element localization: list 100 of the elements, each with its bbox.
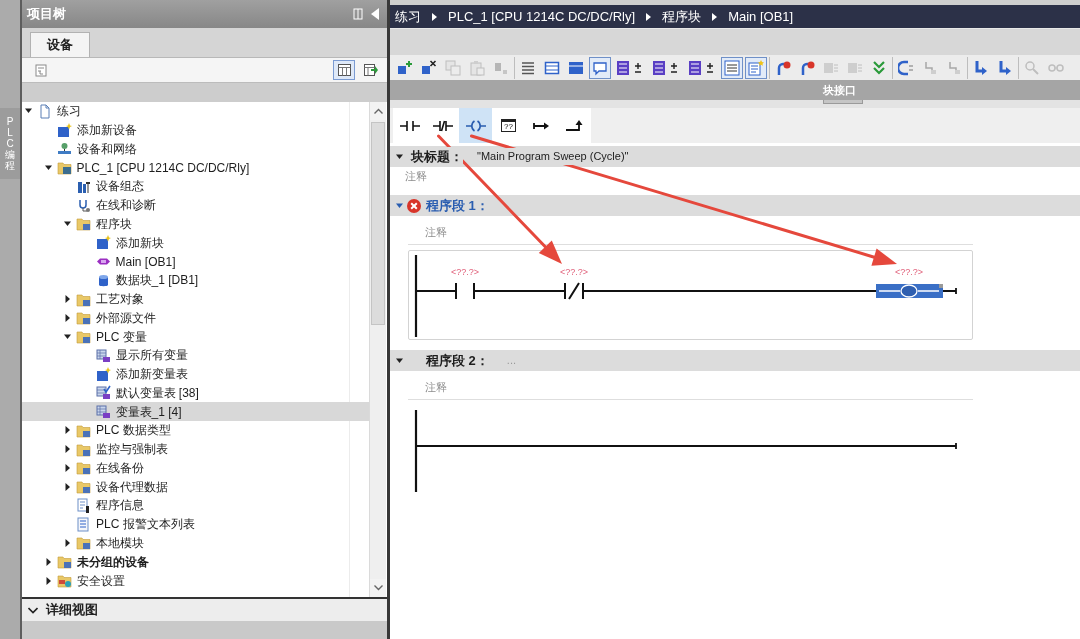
table-icon [336,63,352,77]
list-icon [724,59,740,76]
tree-item[interactable]: 设备代理数据 [22,477,369,497]
scroll-up-button[interactable] [370,102,386,120]
comment-field[interactable]: 注释 [405,167,427,185]
breadcrumb-link[interactable]: Main [OB1] [728,6,794,27]
folder-icon [76,535,91,551]
empty-box-button[interactable]: ?? [492,108,525,143]
speech-bubble-icon [592,59,608,76]
tree-item[interactable]: 程序信息 [22,496,369,515]
scrollbar[interactable] [369,102,386,597]
tree-item[interactable]: 安全设置 [22,571,369,590]
tree-item[interactable]: 程序块 [22,214,369,234]
window-icon [544,59,560,76]
caret-icon[interactable] [64,482,71,491]
caret-icon[interactable] [44,576,52,585]
caret-icon[interactable] [44,557,52,566]
paste-icon [469,59,485,76]
breadcrumb-link[interactable]: PLC_1 [CPU 1214C DC/DC/Rly] [448,6,636,27]
tree-item[interactable]: 在线备份 [22,458,369,478]
caret-icon[interactable] [64,332,71,341]
square-sparkle-icon [95,366,111,382]
tree-item[interactable]: 本地模块 [22,533,369,553]
tree-item[interactable]: 练习 [22,102,369,121]
grid-table-icon [95,404,111,420]
panel-icon [568,59,584,76]
tree-item[interactable]: 添加新设备 [22,120,369,140]
breadcrumb-link[interactable]: 练习 [395,6,421,27]
tree-item[interactable]: Main [OB1] [22,252,369,271]
close-branch-icon [564,119,585,132]
caret-icon[interactable] [64,313,71,322]
comment-field[interactable]: 注释 [425,223,447,241]
operand-field[interactable]: <??.?> [895,267,923,277]
chevron-icon[interactable] [28,606,38,614]
tree-item[interactable]: 设备和网络 [22,139,369,159]
folder-icon [56,554,72,570]
coil-icon [465,119,486,132]
tree-item[interactable]: PLC 报警文本列表 [22,514,369,534]
corner-arrow-icon [997,59,1013,76]
caret-icon[interactable] [44,163,52,172]
tree-item[interactable]: PLC_1 [CPU 1214C DC/DC/Rly] [22,158,369,178]
normally-open-contact-icon [399,119,420,132]
folder-icon [76,216,91,232]
caret-icon[interactable] [64,463,71,472]
list-plus-minus-icon [616,59,644,76]
square-plus-icon [397,59,413,76]
list-plus-minus-icon [688,59,716,76]
splitter-handle[interactable] [823,100,863,104]
tree-item[interactable]: 设备组态 [22,177,369,196]
step-line-icon [922,59,938,76]
tree-item[interactable]: 默认变量表 [38] [22,383,369,403]
list-document-icon [76,516,91,532]
tree-item[interactable]: 添加新变量表 [22,364,369,384]
breadcrumb-link[interactable]: 程序块 [662,6,702,27]
tree-item[interactable]: PLC 变量 [22,327,369,346]
caret-icon[interactable] [64,295,71,304]
hook-dot-icon [775,59,791,76]
interface-title: 块接口 [823,82,856,98]
tree-item[interactable]: 显示所有变量 [22,345,369,365]
caret-icon[interactable] [25,107,32,116]
tree-item[interactable]: PLC 数据类型 [22,421,369,440]
tree-item[interactable]: 未分组的设备 [22,552,369,572]
folder-icon [76,460,91,476]
block-title-field[interactable]: "Main Program Sweep (Cycle)" [477,148,629,165]
toolbar-button[interactable] [333,60,355,80]
block-title-label: 块标题： [411,146,463,167]
operand-field[interactable]: <??.?> [451,267,479,277]
tree-item[interactable]: 变量表_1 [4] [22,402,369,421]
chevron-right-icon [646,12,652,21]
scroll-down-button[interactable] [370,579,386,597]
double-chevron-icon [871,59,887,76]
square-cross-icon [421,59,437,76]
caret-icon[interactable] [64,539,71,547]
copy-icon [445,59,461,76]
document-lines-icon [76,497,91,513]
caret-icon[interactable] [64,445,71,454]
caret-icon[interactable] [64,219,71,228]
operand-field[interactable]: <??.?> [560,267,588,277]
normally-closed-contact-icon [432,119,453,132]
tree-item[interactable]: 外部源文件 [22,308,369,328]
folder-icon [76,329,91,345]
caret-icon[interactable] [64,426,71,435]
panel-tab[interactable]: 设备 [30,32,90,57]
triangle-left-icon[interactable] [371,8,379,20]
document-icon [33,63,49,77]
tree-item[interactable]: 数据块_1 [DB1] [22,270,369,290]
caret-icon[interactable] [396,356,403,365]
tree-item[interactable]: 添加新块 [22,233,369,253]
caret-icon[interactable] [396,152,403,161]
square-sparkle-icon [56,122,72,138]
grid-table-icon [95,347,111,363]
detail-view-title: 详细视图 [46,601,98,620]
tree-item[interactable]: 工艺对象 [22,289,369,309]
comment-field[interactable]: 注释 [425,378,447,396]
tree-item[interactable]: 监控与强制表 [22,439,369,459]
document-icon [37,103,52,119]
panel-title: 项目树 [27,5,66,24]
scrollbar-thumb[interactable] [371,122,385,325]
tree-item[interactable]: 在线和诊断 [22,195,369,215]
stethoscope-icon [76,197,91,213]
